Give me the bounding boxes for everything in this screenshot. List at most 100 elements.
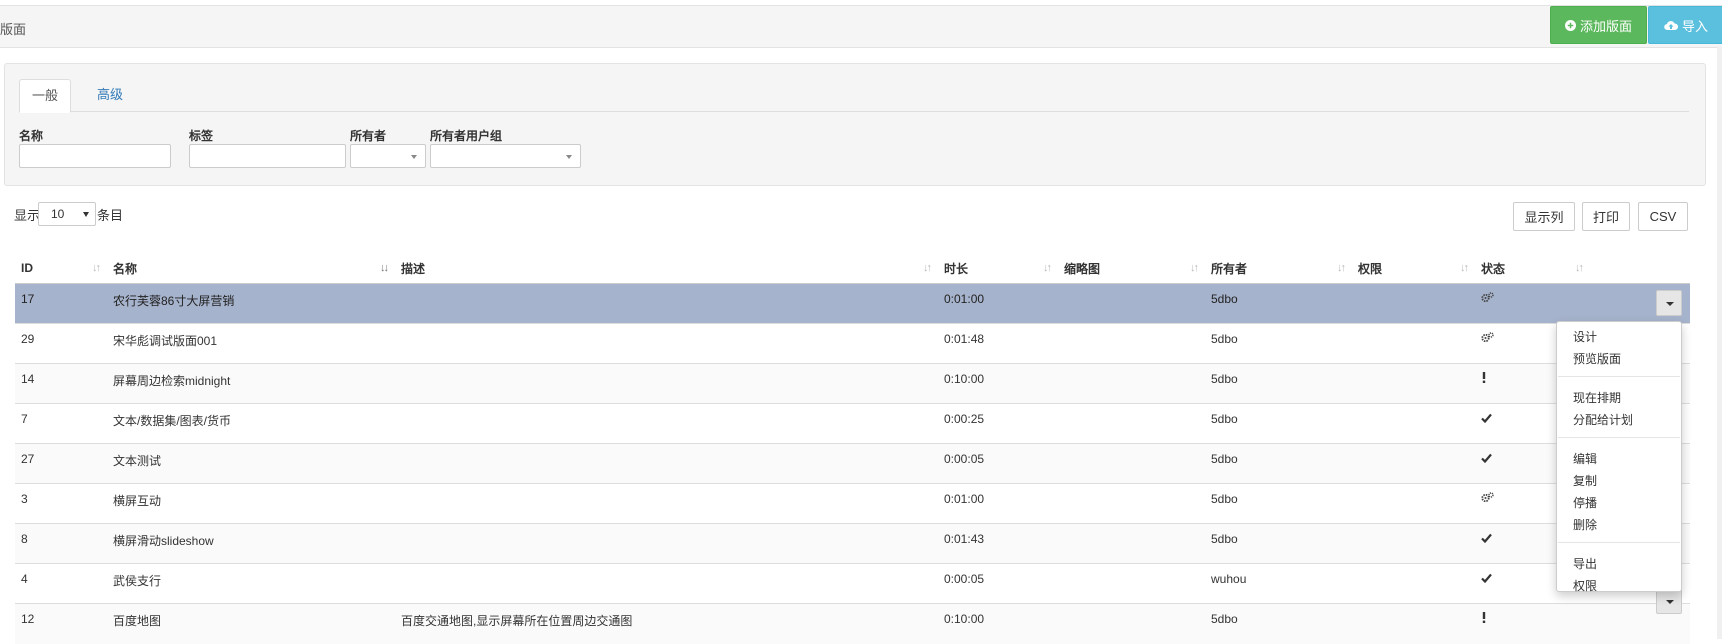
- menu-item[interactable]: 编辑: [1573, 450, 1597, 467]
- cell-owner: 5dbo: [1205, 403, 1352, 444]
- check-icon: [1481, 452, 1492, 466]
- cell-name: 横屏互动: [107, 483, 395, 524]
- cell-description: [395, 363, 938, 404]
- menu-item[interactable]: 导出: [1573, 555, 1597, 572]
- column-header-permissions[interactable]: 权限 ↓↑: [1352, 253, 1475, 284]
- import-button[interactable]: 导入: [1648, 6, 1722, 44]
- table-row[interactable]: 14 屏幕周边检索midnight 0:10:00 5dbo: [15, 363, 1690, 404]
- gears-icon: [1481, 292, 1494, 306]
- cell-permissions: [1352, 363, 1475, 404]
- cell-permissions: [1352, 523, 1475, 564]
- filter-panel: 一般 高级 名称 标签 所有者 所有者用户组: [4, 63, 1706, 186]
- tab-general[interactable]: 一般: [19, 79, 72, 113]
- cell-description: [395, 523, 938, 564]
- cell-id: 29: [15, 323, 107, 364]
- scrollbar-track[interactable]: [1717, 46, 1722, 639]
- exclamation-icon: [1481, 612, 1487, 626]
- owner-group-filter-select[interactable]: [430, 144, 581, 168]
- table-row[interactable]: 29 宋华彪调试版面001 0:01:48 5dbo: [15, 323, 1690, 364]
- cell-duration: 0:00:05: [938, 443, 1058, 484]
- cell-thumbnail: [1058, 603, 1205, 644]
- cell-name: 横屏滑动slideshow: [107, 523, 395, 564]
- menu-item[interactable]: 现在排期: [1573, 389, 1621, 406]
- cell-description: [395, 483, 938, 524]
- column-header-duration[interactable]: 时长 ↓↑: [938, 253, 1058, 284]
- cell-permissions: [1352, 563, 1475, 604]
- cell-id: 14: [15, 363, 107, 404]
- menu-item[interactable]: 预览版面: [1573, 350, 1621, 367]
- cell-description: [395, 403, 938, 444]
- table-row[interactable]: 7 文本/数据集/图表/货币 0:00:25 5dbo: [15, 403, 1690, 444]
- table-header-row: ID ↓↑ 名称 ↓↓ 描述 ↓↑ 时长 ↓↑ 缩略图 ↓↑ 所有者 ↓↑ 权限 ↓↑ 状态 ↓…: [15, 253, 1690, 284]
- page-length-select[interactable]: 10: [38, 202, 96, 226]
- table-row[interactable]: 27 文本测试 0:00:05 5dbo: [15, 443, 1690, 484]
- menu-item[interactable]: 分配给计划: [1573, 411, 1633, 428]
- cell-owner: 5dbo: [1205, 443, 1352, 484]
- menu-item[interactable]: 停播: [1573, 494, 1597, 511]
- name-filter-label: 名称: [19, 129, 44, 143]
- column-header-description[interactable]: 描述 ↓↑: [395, 253, 938, 284]
- show-columns-button[interactable]: 显示列: [1513, 202, 1575, 231]
- cell-permissions: [1352, 443, 1475, 484]
- cell-duration: 0:00:25: [938, 403, 1058, 444]
- column-header-thumbnail[interactable]: 缩略图 ↓↑: [1058, 253, 1205, 284]
- column-header-status[interactable]: 状态 ↓↑: [1475, 253, 1690, 284]
- sort-icon: ↓↑: [1337, 262, 1346, 274]
- menu-item[interactable]: 设计: [1573, 328, 1597, 345]
- caret-down-icon: [1666, 600, 1674, 604]
- menu-item[interactable]: 复制: [1573, 472, 1597, 489]
- tags-filter-input[interactable]: [189, 144, 346, 168]
- cell-id: 8: [15, 523, 107, 564]
- csv-button[interactable]: CSV: [1638, 202, 1688, 231]
- sort-icon: ↓↑: [923, 262, 932, 274]
- cloud-upload-icon: [1664, 20, 1678, 30]
- cell-permissions: [1352, 483, 1475, 524]
- menu-divider: [1558, 437, 1680, 438]
- table-body: 17 农行芙蓉86寸大屏营销 0:01:00 5dbo 29 宋华彪调试版面001 0:01…: [15, 283, 1690, 644]
- cell-name: 文本测试: [107, 443, 395, 484]
- cell-duration: 0:01:43: [938, 523, 1058, 564]
- cell-owner: 5dbo: [1205, 603, 1352, 644]
- cell-duration: 0:01:00: [938, 483, 1058, 524]
- cell-permissions: [1352, 403, 1475, 444]
- add-layout-button[interactable]: 添加版面: [1550, 6, 1647, 44]
- cell-id: 7: [15, 403, 107, 444]
- menu-divider: [1558, 376, 1680, 377]
- column-header-name[interactable]: 名称 ↓↓: [107, 253, 395, 284]
- cell-name: 宋华彪调试版面001: [107, 323, 395, 364]
- row-action-button[interactable]: [1656, 290, 1682, 316]
- exclamation-icon: [1481, 372, 1487, 386]
- cell-id: 3: [15, 483, 107, 524]
- table-row[interactable]: 17 农行芙蓉86寸大屏营销 0:01:00 5dbo: [15, 283, 1690, 324]
- name-filter-input[interactable]: [19, 144, 171, 168]
- check-icon: [1481, 412, 1492, 426]
- table-row[interactable]: 3 横屏互动 0:01:00 5dbo: [15, 483, 1690, 524]
- print-button[interactable]: 打印: [1582, 202, 1630, 231]
- cell-owner: 5dbo: [1205, 523, 1352, 564]
- table-row[interactable]: 4 武侯支行 0:00:05 wuhou: [15, 563, 1690, 604]
- table-row[interactable]: 8 横屏滑动slideshow 0:01:43 5dbo: [15, 523, 1690, 564]
- add-layout-label: 添加版面: [1579, 18, 1632, 34]
- cell-description: [395, 323, 938, 364]
- cell-owner: 5dbo: [1205, 323, 1352, 364]
- cell-name: 文本/数据集/图表/货币: [107, 403, 395, 444]
- cell-thumbnail: [1058, 523, 1205, 564]
- chevron-down-icon: [411, 155, 417, 159]
- owner-filter-select[interactable]: [350, 144, 426, 168]
- import-label: 导入: [1681, 18, 1708, 34]
- cell-thumbnail: [1058, 283, 1205, 324]
- column-header-id[interactable]: ID ↓↑: [15, 253, 107, 284]
- cell-thumbnail: [1058, 403, 1205, 444]
- cell-id: 12: [15, 603, 107, 644]
- menu-item[interactable]: 删除: [1573, 516, 1597, 533]
- tab-advanced[interactable]: 高级: [85, 79, 135, 111]
- page-length-value: 10: [51, 207, 65, 221]
- column-header-owner[interactable]: 所有者 ↓↑: [1205, 253, 1352, 284]
- top-bar: 版面 添加版面 导入: [0, 5, 1722, 48]
- table-row[interactable]: 12 百度地图 百度交通地图,显示屏幕所在位置周边交通图 0:10:00 5dbo: [15, 603, 1690, 644]
- menu-item[interactable]: 权限: [1573, 577, 1597, 594]
- cell-duration: 0:01:00: [938, 283, 1058, 324]
- show-label: 显示: [14, 208, 41, 223]
- cell-name: 武侯支行: [107, 563, 395, 604]
- cell-id: 27: [15, 443, 107, 484]
